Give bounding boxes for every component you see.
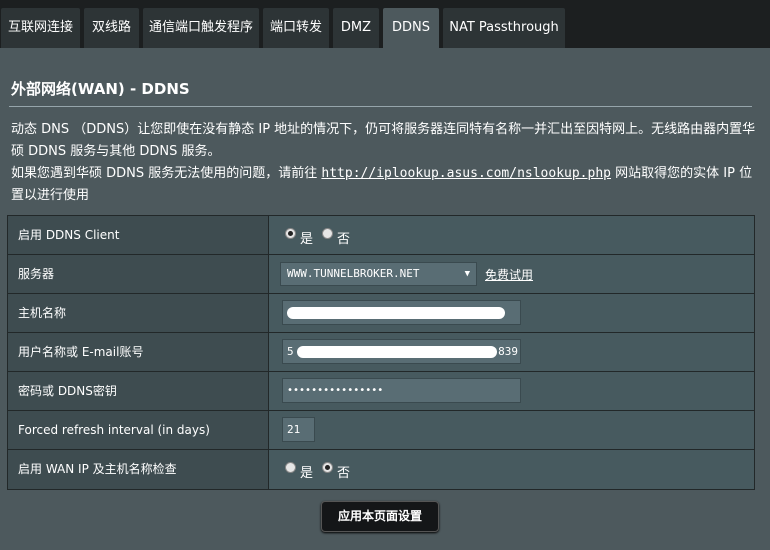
- row-password: 密码或 DDNS密钥 ••••••••••••••••: [8, 372, 754, 411]
- username-input[interactable]: 5 839: [282, 339, 521, 364]
- hostname-input[interactable]: [282, 300, 521, 325]
- row-enable-ddns: 启用 DDNS Client 是 否: [8, 216, 754, 255]
- server-select-value: WWW.TUNNELBROKER.NET: [287, 267, 420, 280]
- enable-ddns-no-label: 否: [337, 232, 351, 247]
- wan-ip-check-label: 启用 WAN IP 及主机名称检查: [8, 450, 269, 489]
- description-prefix: 如果您遇到华硕 DDNS 服务无法使用的问题，请前往: [11, 166, 322, 181]
- chevron-down-icon: ▼: [464, 269, 470, 279]
- tab-dual-wan[interactable]: 双线路: [84, 8, 139, 48]
- server-label: 服务器: [8, 255, 269, 293]
- page-description: 动态 DNS （DDNS）让您即使在没有静态 IP 地址的情况下，仍可将服务器连…: [11, 119, 756, 207]
- row-refresh-interval: Forced refresh interval (in days) 21: [8, 411, 754, 450]
- redaction-mark: [287, 307, 505, 319]
- tab-port-trigger[interactable]: 通信端口触发程序: [143, 8, 259, 48]
- tab-bar: 互联网连接 双线路 通信端口触发程序 端口转发 DMZ DDNS NAT Pas…: [0, 8, 770, 48]
- wan-check-no-label: 否: [337, 466, 351, 481]
- password-label: 密码或 DDNS密钥: [8, 372, 269, 410]
- row-hostname: 主机名称: [8, 294, 754, 333]
- enable-ddns-label: 启用 DDNS Client: [8, 216, 269, 254]
- redaction-mark: [297, 346, 497, 358]
- description-line-1: 动态 DNS （DDNS）让您即使在没有静态 IP 地址的情况下，仍可将服务器连…: [11, 122, 756, 159]
- username-prefix: 5: [287, 345, 294, 358]
- free-trial-link[interactable]: 免费试用: [485, 266, 533, 283]
- wan-check-yes-label: 是: [300, 466, 314, 481]
- server-select[interactable]: WWW.TUNNELBROKER.NET ▼: [280, 262, 477, 286]
- row-server: 服务器 WWW.TUNNELBROKER.NET ▼ 免费试用: [8, 255, 754, 294]
- password-input[interactable]: ••••••••••••••••: [282, 378, 521, 403]
- wan-check-yes-radio[interactable]: [285, 462, 296, 473]
- row-username: 用户名称或 E-mail账号 5 839: [8, 333, 754, 372]
- ddns-settings-table: 启用 DDNS Client 是 否 服务器 WWW.TUNNELBROKER.…: [7, 215, 755, 490]
- row-wan-ip-check: 启用 WAN IP 及主机名称检查 是 否: [8, 450, 754, 489]
- enable-ddns-no-radio[interactable]: [322, 228, 333, 239]
- username-label: 用户名称或 E-mail账号: [8, 333, 269, 371]
- refresh-interval-input[interactable]: 21: [282, 417, 315, 442]
- tab-dmz[interactable]: DMZ: [333, 8, 379, 48]
- hostname-label: 主机名称: [8, 294, 269, 332]
- wan-check-no-radio[interactable]: [322, 462, 333, 473]
- tab-nat-passthrough[interactable]: NAT Passthrough: [443, 8, 565, 48]
- apply-button[interactable]: 应用本页面设置: [321, 501, 439, 532]
- enable-ddns-yes-radio[interactable]: [285, 228, 296, 239]
- iplookup-link[interactable]: http://iplookup.asus.com/nslookup.php: [321, 166, 611, 181]
- username-suffix: 839: [498, 345, 518, 358]
- refresh-interval-label: Forced refresh interval (in days): [8, 411, 269, 449]
- tab-port-forward[interactable]: 端口转发: [263, 8, 329, 48]
- tab-internet[interactable]: 互联网连接: [1, 8, 80, 48]
- tab-ddns[interactable]: DDNS: [383, 8, 439, 48]
- enable-ddns-yes-label: 是: [300, 232, 314, 247]
- page-title: 外部网络(WAN) - DDNS: [11, 80, 190, 98]
- description-line-2: 如果您遇到华硕 DDNS 服务无法使用的问题，请前往 http://iplook…: [11, 163, 756, 207]
- title-divider: [9, 106, 752, 107]
